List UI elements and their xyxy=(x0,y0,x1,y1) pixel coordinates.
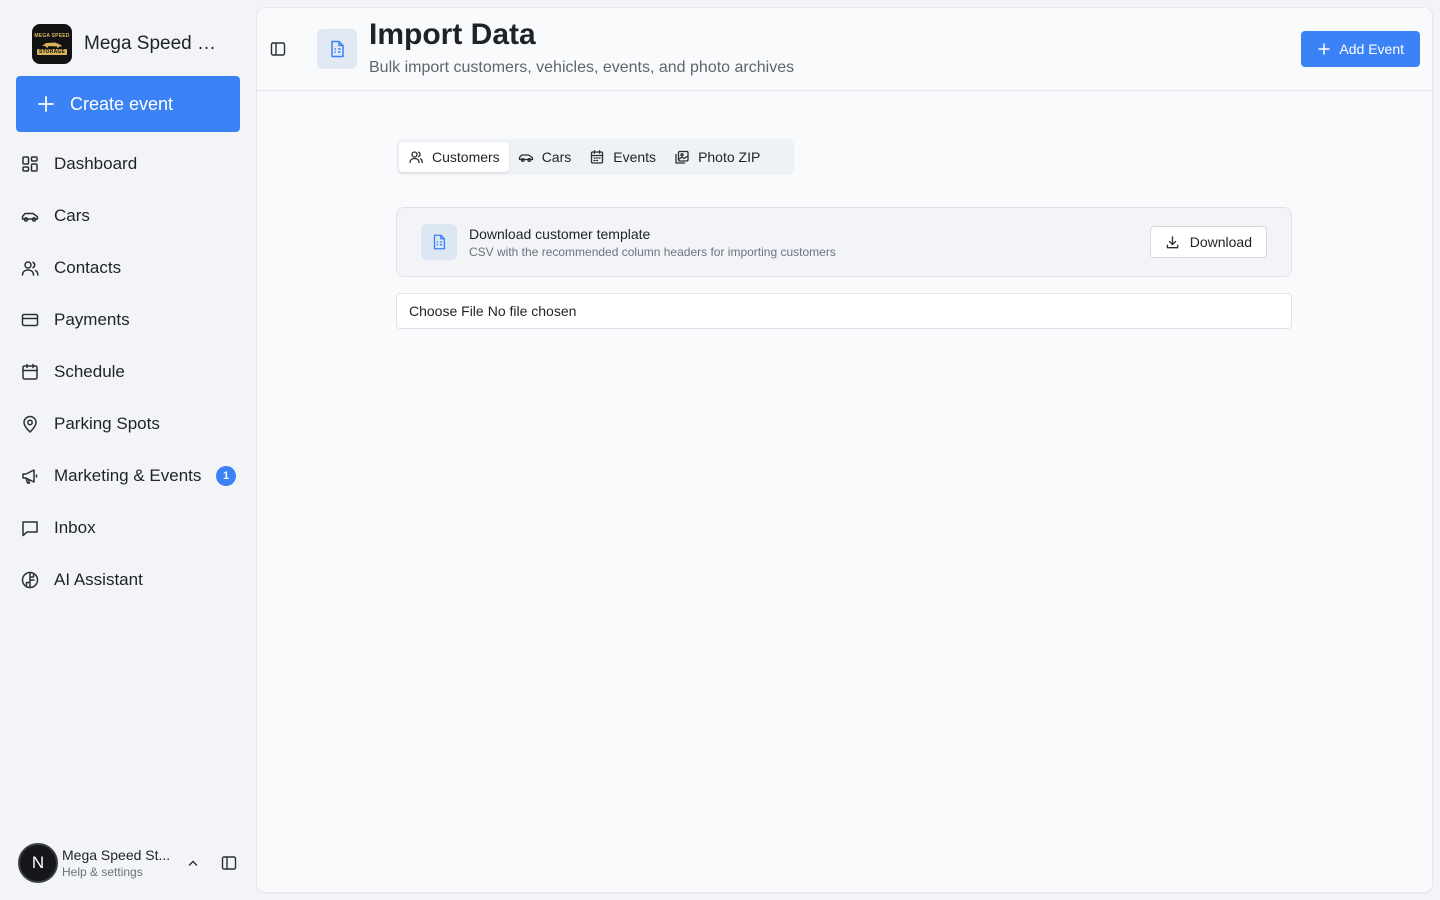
sidebar-item-label: Schedule xyxy=(54,362,125,381)
sidebar-item-inbox[interactable]: Inbox xyxy=(16,502,240,554)
sidebar-toggle-icon[interactable] xyxy=(220,854,238,872)
user-subtitle: Help & settings xyxy=(62,865,143,879)
tab-label: Events xyxy=(613,149,657,165)
tab-cars[interactable]: Cars xyxy=(509,142,581,172)
dashboard-icon xyxy=(22,156,38,172)
plus-icon xyxy=(1318,43,1331,55)
images-icon xyxy=(675,150,689,164)
calendar-icon xyxy=(22,363,38,380)
tab-photo-zip[interactable]: Photo ZIP xyxy=(665,142,769,172)
users-icon xyxy=(409,151,423,164)
brand[interactable]: MEGA SPEED STORAGE Mega Speed St... xyxy=(32,24,242,64)
user-text: Mega Speed St... Help & settings xyxy=(62,847,178,879)
main-panel: Import Data Bulk import customers, vehic… xyxy=(257,8,1432,892)
sidebar-item-dashboard[interactable]: Dashboard xyxy=(16,138,240,190)
calendar-icon xyxy=(591,150,604,164)
brand-logo: MEGA SPEED STORAGE xyxy=(32,24,72,64)
sidebar-item-payments[interactable]: Payments xyxy=(16,294,240,346)
page-title: Import Data xyxy=(369,18,536,51)
page-subtitle: Bulk import customers, vehicles, events,… xyxy=(369,59,795,76)
message-square-icon xyxy=(22,521,38,537)
sidebar-item-label: Contacts xyxy=(54,258,122,277)
template-subtitle: CSV with the recommended column headers … xyxy=(469,245,836,259)
sidebar-item-label: Cars xyxy=(54,206,90,225)
page-header: Import Data Bulk import customers, vehic… xyxy=(257,8,1432,91)
avatar: N xyxy=(18,843,58,883)
download-icon xyxy=(1166,235,1179,248)
tab-label: Customers xyxy=(432,149,500,165)
megaphone-icon xyxy=(22,469,38,484)
panel-toggle-icon[interactable] xyxy=(269,40,287,58)
sidebar-item-label: Parking Spots xyxy=(54,414,160,433)
logo-car-icon xyxy=(42,42,62,48)
create-event-label: Create event xyxy=(70,93,174,114)
user-menu[interactable]: N Mega Speed St... Help & settings xyxy=(18,842,242,884)
tab-customers[interactable]: Customers xyxy=(399,142,509,172)
logo-text-bottom: STORAGE xyxy=(36,49,68,55)
app-root: MEGA SPEED STORAGE Mega Speed St... Crea… xyxy=(0,0,1440,900)
file-upload-input[interactable]: Choose File No file chosen xyxy=(396,293,1292,329)
contacts-icon xyxy=(21,261,39,276)
template-icon xyxy=(421,224,457,260)
sidebar-item-ai-assistant[interactable]: AI Assistant xyxy=(16,554,240,606)
user-name: Mega Speed St... xyxy=(62,847,171,863)
sidebar-nav: Dashboard Cars Contacts Payments Schedul… xyxy=(16,138,240,606)
file-status: No file chosen xyxy=(487,303,577,319)
sidebar-item-label: AI Assistant xyxy=(54,570,143,589)
sidebar-item-label: Dashboard xyxy=(54,154,138,173)
sidebar-item-contacts[interactable]: Contacts xyxy=(16,242,240,294)
credit-card-icon xyxy=(21,313,39,327)
tab-label: Cars xyxy=(541,149,572,165)
file-spreadsheet-icon xyxy=(331,40,344,58)
sidebar-item-cars[interactable]: Cars xyxy=(16,190,240,242)
brain-icon xyxy=(21,571,39,589)
sidebar-item-label: Payments xyxy=(54,310,130,329)
page-icon xyxy=(317,29,357,69)
notification-badge: 1 xyxy=(216,466,236,486)
chevron-up-icon[interactable] xyxy=(186,856,200,870)
template-card: Download customer template CSV with the … xyxy=(396,207,1292,277)
download-button[interactable]: Download xyxy=(1149,226,1267,258)
tab-events[interactable]: Events xyxy=(580,142,665,172)
car-icon xyxy=(518,154,533,162)
add-event-label: Add Event xyxy=(1339,41,1404,57)
brand-name: Mega Speed St... xyxy=(84,33,228,54)
plus-icon xyxy=(38,96,54,112)
car-icon xyxy=(21,212,39,222)
add-event-button[interactable]: Add Event xyxy=(1301,31,1420,67)
map-pin-icon xyxy=(23,415,37,434)
create-event-button[interactable]: Create event xyxy=(16,76,240,132)
sidebar-item-label: Marketing & Events xyxy=(54,466,202,485)
choose-file-button[interactable]: Choose File xyxy=(409,303,484,319)
tab-label: Photo ZIP xyxy=(698,149,761,165)
sidebar-item-label: Inbox xyxy=(54,518,96,537)
template-title: Download customer template xyxy=(469,226,651,242)
sidebar: MEGA SPEED STORAGE Mega Speed St... Crea… xyxy=(0,0,256,900)
sidebar-item-parking-spots[interactable]: Parking Spots xyxy=(16,398,240,450)
logo-text-top: MEGA SPEED xyxy=(34,33,70,39)
import-tabs: Customers Cars Events Photo ZIP xyxy=(396,139,794,175)
file-spreadsheet-icon xyxy=(433,234,446,250)
sidebar-item-marketing-events[interactable]: Marketing & Events 1 xyxy=(16,450,240,502)
download-label: Download xyxy=(1189,234,1252,250)
sidebar-item-schedule[interactable]: Schedule xyxy=(16,346,240,398)
